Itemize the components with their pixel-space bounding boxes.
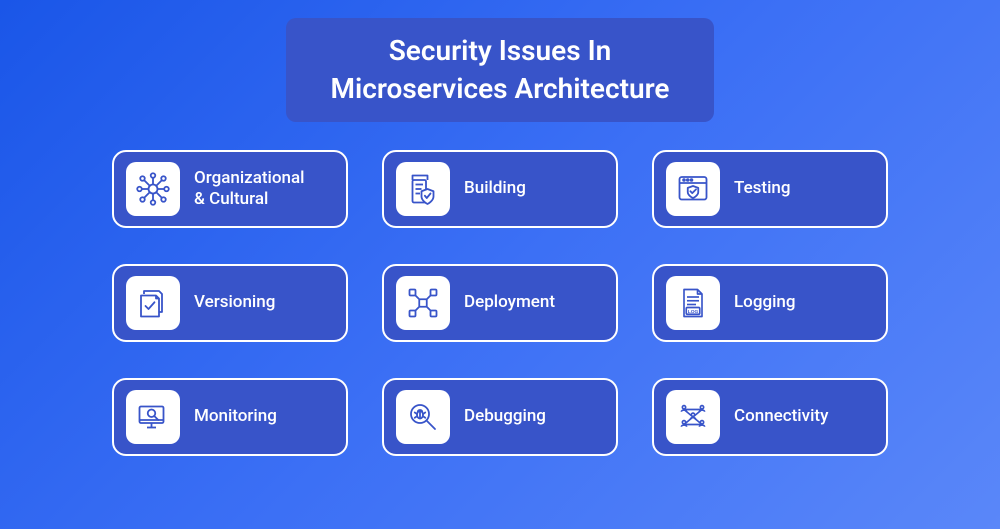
bug-search-icon	[396, 390, 450, 444]
log-file-icon: LOG	[666, 276, 720, 330]
title-line-2: Microservices Architecture	[330, 70, 669, 108]
nodes-grid-icon	[396, 276, 450, 330]
card-versioning: Versioning	[112, 264, 348, 342]
card-label: Versioning	[194, 292, 275, 312]
card-label: Testing	[734, 178, 791, 198]
cards-grid: Organizational & Cultural Building	[112, 150, 888, 456]
card-monitoring: Monitoring	[112, 378, 348, 456]
card-label: Deployment	[464, 292, 555, 312]
svg-text:LOG: LOG	[688, 308, 699, 314]
card-debugging: Debugging	[382, 378, 618, 456]
browser-shield-icon	[666, 162, 720, 216]
card-label: Monitoring	[194, 406, 277, 426]
monitor-search-icon	[126, 390, 180, 444]
card-connectivity: Connectivity	[652, 378, 888, 456]
title-line-1: Security Issues In	[330, 32, 669, 70]
docs-check-icon	[126, 276, 180, 330]
card-label: Logging	[734, 292, 796, 312]
card-org-cultural: Organizational & Cultural	[112, 150, 348, 228]
card-building: Building	[382, 150, 618, 228]
title-panel: Security Issues In Microservices Archite…	[286, 18, 713, 122]
card-testing: Testing	[652, 150, 888, 228]
people-network-icon	[666, 390, 720, 444]
card-label: Connectivity	[734, 406, 828, 426]
building-shield-icon	[396, 162, 450, 216]
network-icon	[126, 162, 180, 216]
card-label: Debugging	[464, 406, 546, 426]
card-label: Building	[464, 178, 526, 198]
card-logging: LOG Logging	[652, 264, 888, 342]
card-deployment: Deployment	[382, 264, 618, 342]
card-label: Organizational & Cultural	[194, 168, 304, 209]
